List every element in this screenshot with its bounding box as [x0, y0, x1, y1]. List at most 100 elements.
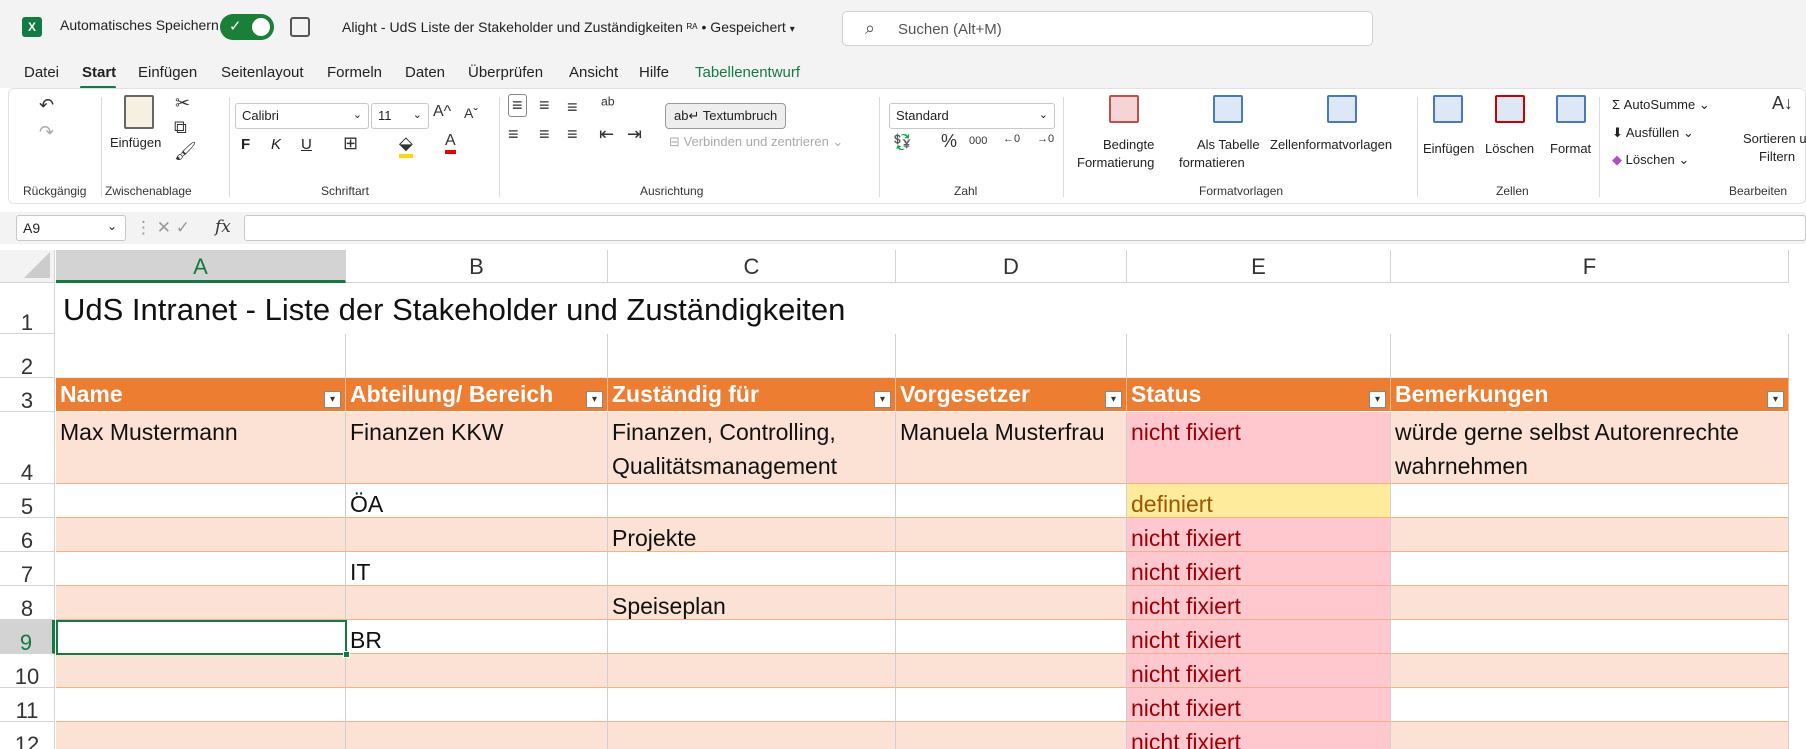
row-header-2[interactable]: 2	[0, 334, 55, 378]
table-cell[interactable]	[1391, 518, 1789, 552]
column-header-f[interactable]: F	[1391, 250, 1789, 283]
save-icon[interactable]	[290, 17, 310, 37]
cut-icon[interactable]: ✂	[175, 93, 190, 114]
sort-filter-button[interactable]: Sortieren u	[1743, 131, 1806, 146]
table-cell[interactable]	[1391, 552, 1789, 586]
fill-button[interactable]: ⬇ Ausfüllen ⌄	[1612, 125, 1694, 141]
cell-styles-button[interactable]: Zellenformatvorlagen	[1270, 137, 1392, 152]
tab-ansicht[interactable]: Ansicht	[569, 64, 618, 81]
row-header-7[interactable]: 7	[0, 552, 55, 586]
sort-filter-icon[interactable]: A↓	[1772, 93, 1793, 114]
grow-font-icon[interactable]: A^	[433, 103, 451, 121]
insert-cells-icon[interactable]	[1433, 95, 1463, 123]
table-cell[interactable]	[1391, 620, 1789, 654]
tab-hilfe[interactable]: Hilfe	[639, 64, 669, 81]
filter-dropdown-icon[interactable]: ▾	[1767, 391, 1784, 408]
insert-function-button[interactable]: fx	[215, 217, 231, 237]
sheet-title[interactable]: UdS Intranet - Liste der Stakeholder und…	[56, 284, 852, 336]
table-cell[interactable]	[896, 654, 1127, 688]
cell-b2[interactable]	[346, 334, 608, 378]
format-as-table-icon[interactable]	[1213, 95, 1243, 123]
format-as-table-label-2[interactable]: formatieren	[1179, 155, 1245, 170]
align-left-icon[interactable]: ≡	[508, 124, 519, 145]
document-title[interactable]: Alight - UdS Liste der Stakeholder und Z…	[342, 19, 795, 35]
status-cell[interactable]: nicht fixiert	[1127, 552, 1391, 586]
table-header-cell[interactable]: Bemerkungen ▾	[1391, 378, 1789, 412]
table-cell[interactable]	[608, 722, 896, 749]
row-header-6[interactable]: 6	[0, 518, 55, 552]
table-cell[interactable]: BR	[346, 620, 608, 654]
cell-a2[interactable]	[56, 334, 346, 378]
table-cell[interactable]: ÖA	[346, 484, 608, 518]
table-cell[interactable]	[608, 688, 896, 722]
column-header-c[interactable]: C	[608, 250, 896, 283]
table-cell[interactable]	[346, 688, 608, 722]
table-cell[interactable]: Finanzen, Controlling, Qualitätsmanageme…	[608, 412, 896, 484]
delete-cells-button[interactable]: Löschen	[1485, 141, 1534, 156]
align-middle-icon[interactable]: ≡	[539, 95, 550, 116]
table-cell[interactable]: IT	[346, 552, 608, 586]
table-cell[interactable]	[896, 552, 1127, 586]
autosum-button[interactable]: Σ AutoSumme ⌄	[1612, 97, 1710, 113]
row-header-1[interactable]: 1	[0, 284, 55, 334]
table-cell[interactable]	[896, 620, 1127, 654]
table-cell[interactable]	[1391, 722, 1789, 749]
table-cell[interactable]: Projekte	[608, 518, 896, 552]
increase-decimal-icon[interactable]: ←0	[1003, 133, 1020, 145]
cell-c2[interactable]	[608, 334, 896, 378]
format-cells-button[interactable]: Format	[1550, 141, 1591, 156]
table-cell[interactable]	[56, 484, 346, 518]
table-header-cell[interactable]: Status ▾	[1127, 378, 1391, 412]
paste-icon[interactable]	[124, 95, 154, 129]
bold-button[interactable]: F	[241, 136, 250, 153]
status-cell[interactable]: nicht fixiert	[1127, 412, 1391, 484]
borders-icon[interactable]: ⊞	[343, 133, 358, 154]
tab-formeln[interactable]: Formeln	[327, 64, 382, 81]
row-header-10[interactable]: 10	[0, 654, 55, 688]
filter-dropdown-icon[interactable]: ▾	[324, 391, 341, 408]
formula-input[interactable]	[244, 215, 1806, 241]
cell-e2[interactable]	[1127, 334, 1391, 378]
row-header-4[interactable]: 4	[0, 412, 55, 484]
align-center-icon[interactable]: ≡	[539, 124, 550, 145]
table-header-cell[interactable]: Abteilung/ Bereich ▾	[346, 378, 608, 412]
autosave-toggle[interactable]: ✓	[220, 14, 274, 40]
filter-dropdown-icon[interactable]: ▾	[1369, 391, 1386, 408]
table-cell[interactable]	[1391, 688, 1789, 722]
font-size-select[interactable]: 11 ⌄	[371, 103, 429, 129]
increase-indent-icon[interactable]: ⇥	[627, 124, 642, 145]
fill-color-icon[interactable]: ⬙	[399, 133, 413, 158]
status-cell[interactable]: nicht fixiert	[1127, 722, 1391, 749]
table-cell[interactable]	[346, 654, 608, 688]
table-cell[interactable]	[896, 586, 1127, 620]
row-header-12[interactable]: 12	[0, 722, 55, 749]
table-cell[interactable]	[1391, 654, 1789, 688]
merge-center-button[interactable]: ⊟ Verbinden und zentrieren ⌄	[669, 134, 843, 150]
row-header-5[interactable]: 5	[0, 484, 55, 518]
table-header-cell[interactable]: Name ▾	[56, 378, 346, 412]
table-cell[interactable]	[56, 620, 346, 654]
italic-button[interactable]: K	[271, 136, 281, 153]
tab-seitenlayout[interactable]: Seitenlayout	[221, 64, 304, 81]
copy-icon[interactable]: ⧉	[174, 117, 187, 138]
table-cell[interactable]	[56, 688, 346, 722]
table-cell[interactable]	[56, 552, 346, 586]
tab-start[interactable]: Start	[82, 64, 116, 81]
table-cell[interactable]	[1391, 586, 1789, 620]
search-input[interactable]: ⌕ Suchen (Alt+M)	[842, 11, 1373, 46]
status-cell[interactable]: nicht fixiert	[1127, 518, 1391, 552]
table-header-cell[interactable]: Zuständig für ▾	[608, 378, 896, 412]
format-cells-icon[interactable]	[1556, 95, 1586, 123]
table-cell[interactable]	[346, 722, 608, 749]
paste-button[interactable]: Einfügen	[110, 135, 161, 150]
currency-icon[interactable]: 💱	[893, 133, 912, 151]
format-as-table-button[interactable]: Als Tabelle	[1197, 137, 1260, 152]
thousands-icon[interactable]: 000	[969, 135, 987, 147]
table-cell[interactable]: Finanzen KKW	[346, 412, 608, 484]
table-cell[interactable]	[346, 518, 608, 552]
table-cell[interactable]	[896, 484, 1127, 518]
align-top-icon[interactable]: ≡	[508, 94, 527, 117]
font-name-select[interactable]: Calibri ⌄	[235, 103, 369, 129]
font-color-icon[interactable]: A	[445, 132, 456, 154]
table-cell[interactable]	[1391, 484, 1789, 518]
